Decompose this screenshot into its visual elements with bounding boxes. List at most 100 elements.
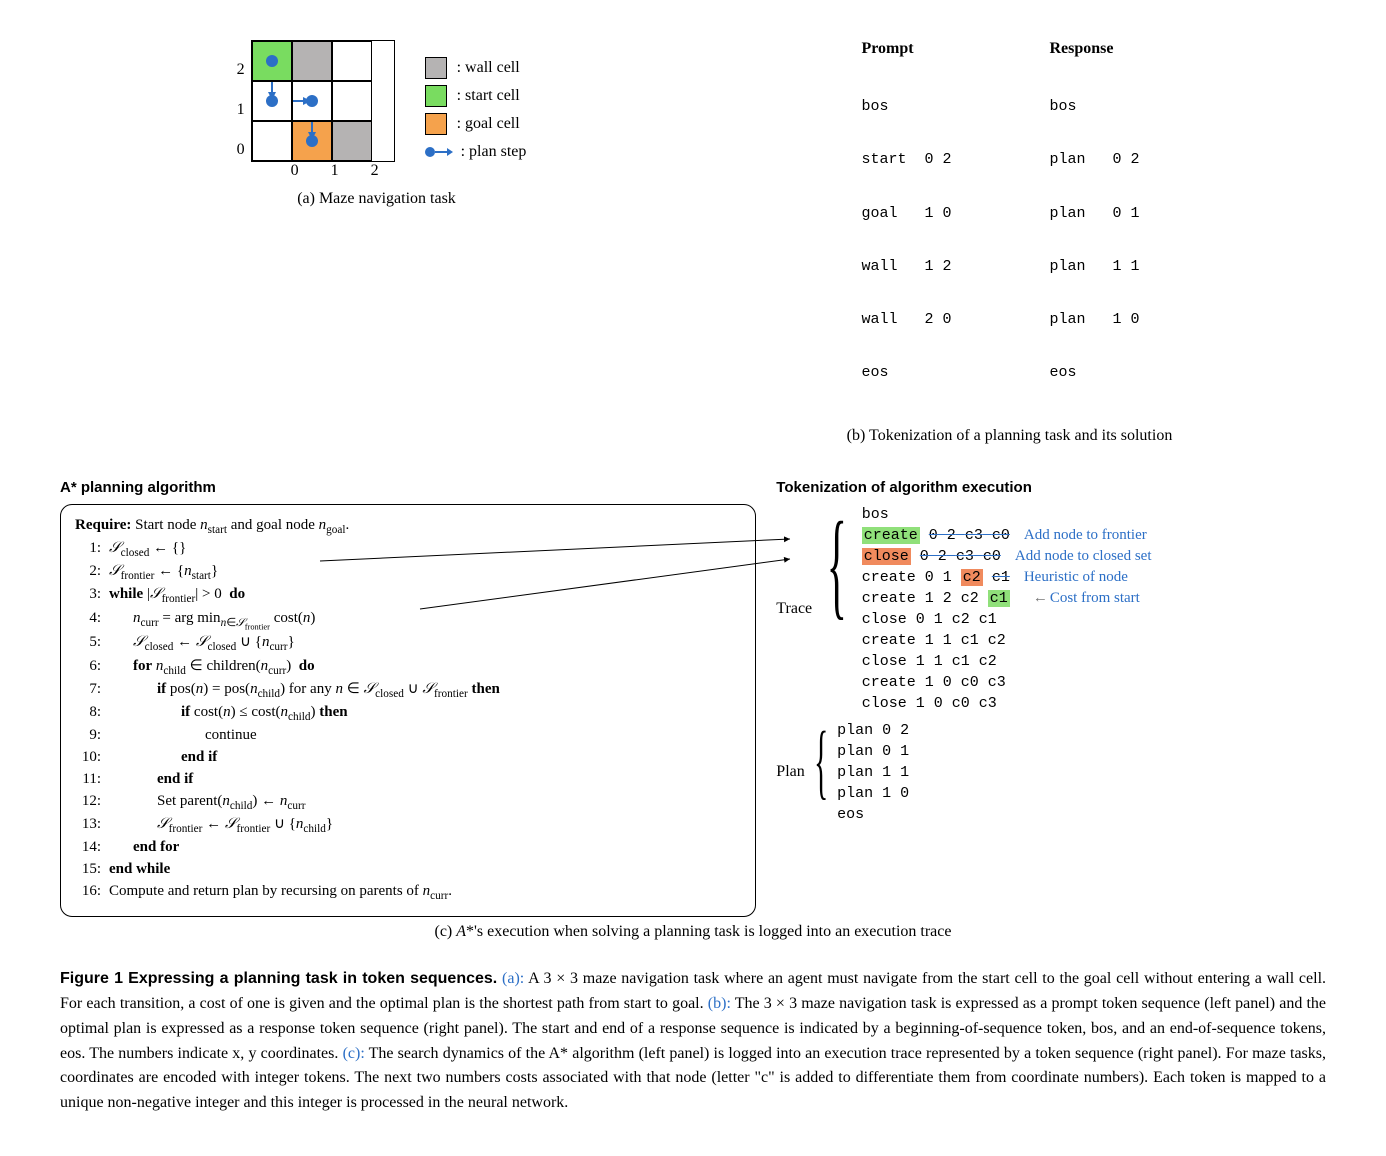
annotation: Cost from start	[1050, 590, 1140, 606]
token-line: plan 0 1	[1050, 204, 1158, 224]
token-line: eos	[861, 363, 969, 383]
top-row: 2 1 0	[60, 40, 1326, 445]
x-axis-label: 0	[275, 162, 315, 180]
brace-icon: {	[827, 504, 847, 624]
token-line: goal 1 0	[861, 204, 969, 224]
y-axis-label: 0	[227, 130, 245, 170]
response-header: Response	[1050, 40, 1158, 58]
algo-line: end if	[109, 747, 217, 769]
require-body: Start node nstart and goal node ngoal.	[131, 517, 349, 533]
token-line: bos	[1050, 97, 1158, 117]
y-axis-label: 1	[227, 90, 245, 130]
token-line: start 0 2	[861, 150, 969, 170]
algo-line: for nchild ∈ children(ncurr) do	[109, 656, 315, 679]
algo-line: 𝒮closed ← {}	[109, 538, 186, 561]
algo-line: 𝒮frontier ← {nstart}	[109, 561, 218, 584]
algo-line: while |𝒮frontier| > 0 do	[109, 584, 245, 607]
algo-heading: A* planning algorithm	[60, 479, 756, 496]
panel-b: Prompt bos start 0 2 goal 1 0 wall 1 2 w…	[693, 40, 1326, 445]
token-line: wall 1 2	[861, 257, 969, 277]
algo-line: if pos(n) = pos(nchild) for any n ∈ 𝒮clo…	[109, 679, 500, 702]
plan-block: Plan { plan 0 2 plan 0 1 plan 1 1 plan 1…	[776, 720, 1326, 825]
trace-line: create 0 1 c2 c1Heuristic of node	[862, 567, 1152, 588]
cell-1-1	[292, 81, 332, 121]
cell-0-0	[252, 121, 292, 161]
brace-icon: {	[814, 720, 828, 804]
cell-1-0-goal	[292, 121, 332, 161]
wall-swatch-icon	[425, 57, 447, 79]
cell-0-2-start	[252, 41, 292, 81]
algo-line: ncurr = arg minn∈𝒮frontier cost(n)	[109, 608, 315, 632]
prompt-header: Prompt	[861, 40, 969, 58]
legend-goal-label: : goal cell	[457, 115, 520, 133]
token-line: plan 1 1	[1050, 257, 1158, 277]
algo-line: Set parent(nchild) ← ncurr	[109, 791, 306, 814]
plan-line: eos	[837, 804, 909, 825]
algorithm-box: Require: Start node nstart and goal node…	[60, 504, 756, 918]
ref-c: (c):	[343, 1045, 365, 1062]
maze-grid: 2 1 0	[227, 40, 395, 180]
plan-line: plan 1 0	[837, 783, 909, 804]
cell-0-1	[252, 81, 292, 121]
plan-line: plan 1 1	[837, 762, 909, 783]
token-line: eos	[1050, 363, 1158, 383]
subcaption-c: (c) A*'s execution when solving a planni…	[60, 923, 1326, 941]
response-tokens: bos plan 0 2 plan 0 1 plan 1 1 plan 1 0 …	[1050, 64, 1158, 417]
start-swatch-icon	[425, 85, 447, 107]
algo-line: end for	[109, 837, 179, 859]
trace-line: close 0 1 c2 c1	[862, 609, 1152, 630]
trace-line: create 1 0 c0 c3	[862, 672, 1152, 693]
maze-legend: : wall cell : start cell : goal cell : p…	[425, 54, 527, 166]
algo-line: end if	[109, 769, 193, 791]
legend-plan-label: : plan step	[461, 143, 527, 161]
prompt-tokens: bos start 0 2 goal 1 0 wall 1 2 wall 2 0…	[861, 64, 969, 417]
figure-1: 2 1 0	[60, 40, 1326, 1116]
y-axis-label: 2	[227, 50, 245, 90]
x-axis-label: 1	[315, 162, 355, 180]
legend-wall-label: : wall cell	[457, 59, 520, 77]
cell-2-2	[332, 41, 372, 81]
annotation: Add node to frontier	[1024, 527, 1147, 543]
trace-label: Trace	[776, 600, 812, 618]
trace-line: create 1 2 c2 c1 ←Cost from start	[862, 588, 1152, 609]
token-line: bos	[861, 97, 969, 117]
token-line: plan 0 2	[1050, 150, 1158, 170]
legend-start-label: : start cell	[457, 87, 520, 105]
trace-line: close 0 2 c3 c0Add node to closed set	[862, 546, 1152, 567]
plan-step-icon	[425, 147, 451, 157]
trace-line: close 1 1 c1 c2	[862, 651, 1152, 672]
x-axis-label: 2	[355, 162, 395, 180]
subcaption-a: (a) Maze navigation task	[297, 190, 456, 208]
plan-line: plan 0 2	[837, 720, 909, 741]
plan-line: plan 0 1	[837, 741, 909, 762]
trace-line: create 1 1 c1 c2	[862, 630, 1152, 651]
annotation: Add node to closed set	[1015, 548, 1152, 564]
ref-a: (a):	[502, 970, 524, 987]
prompt-column: Prompt bos start 0 2 goal 1 0 wall 1 2 w…	[861, 40, 969, 417]
cell-1-2-wall	[292, 41, 332, 81]
algo-line: if cost(n) ≤ cost(nchild) then	[109, 702, 348, 725]
plan-label: Plan	[776, 763, 804, 781]
subcaption-b: (b) Tokenization of a planning task and …	[693, 427, 1326, 445]
goal-swatch-icon	[425, 113, 447, 135]
annotation-arrow-icon: ←	[1033, 590, 1048, 606]
token-line: plan 1 0	[1050, 310, 1158, 330]
require-keyword: Require:	[75, 517, 131, 533]
trace-line: create 0 2 c3 c0Add node to frontier	[862, 525, 1152, 546]
algo-line: end while	[109, 859, 170, 881]
panel-a: 2 1 0	[60, 40, 693, 208]
figure-title: Figure 1 Expressing a planning task in t…	[60, 970, 497, 987]
trace-line: bos	[862, 504, 1152, 525]
response-column: Response bos plan 0 2 plan 0 1 plan 1 1 …	[1050, 40, 1158, 417]
panel-c: A* planning algorithm Require: Start nod…	[60, 479, 1326, 918]
algo-line: 𝒮closed ← 𝒮closed ∪ {ncurr}	[109, 632, 295, 655]
annotation: Heuristic of node	[1024, 569, 1128, 585]
algo-line: 𝒮frontier ← 𝒮frontier ∪ {nchild}	[109, 814, 333, 837]
cell-2-0-wall	[332, 121, 372, 161]
ref-b: (b):	[708, 995, 731, 1012]
trace-block: Trace { bos create 0 2 c3 c0Add node to …	[776, 504, 1326, 714]
trace-line: close 1 0 c0 c3	[862, 693, 1152, 714]
tokenization-heading: Tokenization of algorithm execution	[776, 479, 1326, 496]
algo-line: Compute and return plan by recursing on …	[109, 881, 452, 904]
algo-line: continue	[109, 725, 257, 747]
